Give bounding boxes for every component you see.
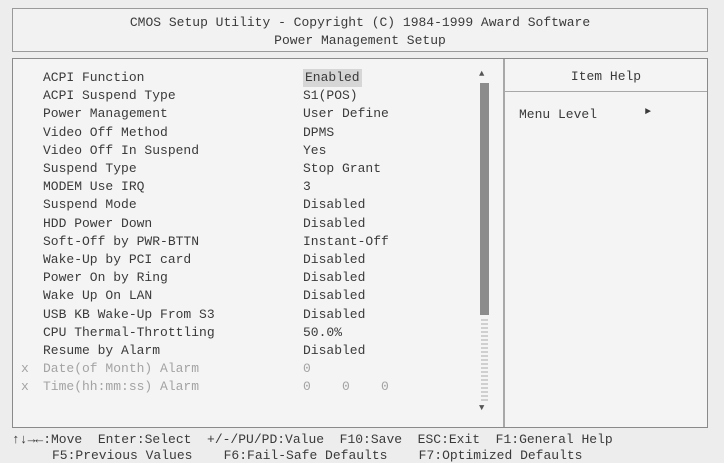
item-help-divider xyxy=(505,91,707,92)
unavailable-marker: x xyxy=(21,361,29,377)
scrollbar-track[interactable] xyxy=(481,317,488,401)
setting-value[interactable]: Disabled xyxy=(303,269,365,287)
setting-value[interactable]: DPMS xyxy=(303,124,334,142)
menu-level-arrow-icon: ► xyxy=(645,107,652,118)
setting-value[interactable]: Disabled xyxy=(303,196,365,214)
page-title: Power Management Setup xyxy=(274,33,446,48)
setting-label: Video Off Method xyxy=(43,124,168,140)
setting-value[interactable]: S1(POS) xyxy=(303,87,358,105)
setting-label: MODEM Use IRQ xyxy=(43,179,145,195)
scroll-up-arrow-icon[interactable]: ▲ xyxy=(479,69,484,79)
setting-label: Suspend Mode xyxy=(43,197,137,213)
setting-value[interactable]: Disabled xyxy=(303,251,365,269)
setting-label: Soft-Off by PWR-BTTN xyxy=(43,233,200,249)
utility-title: CMOS Setup Utility - Copyright (C) 1984-… xyxy=(129,15,591,30)
setting-value[interactable]: User Define xyxy=(303,105,389,123)
setting-value[interactable]: 3 xyxy=(303,178,311,196)
setting-label: CPU Thermal-Throttling xyxy=(43,324,215,340)
setting-label: Power Management xyxy=(43,106,168,122)
setting-value[interactable]: Instant-Off xyxy=(303,233,389,251)
key-help-line-1: ↑↓→←:Move Enter:Select +/-/PU/PD:Value F… xyxy=(12,432,613,447)
setting-value[interactable]: Disabled xyxy=(303,342,365,360)
setting-label: HDD Power Down xyxy=(43,215,153,231)
setting-label: ACPI Suspend Type xyxy=(43,88,176,104)
setting-value[interactable]: Stop Grant xyxy=(303,160,381,178)
setup-panel: ACPI Function Enabled ACPI Suspend Type S1(… xyxy=(12,58,708,428)
scrollbar-thumb[interactable] xyxy=(480,83,489,315)
setting-value: 0 xyxy=(303,361,311,377)
setting-label: Date(of Month) Alarm xyxy=(43,361,200,377)
title-bar: CMOS Setup Utility - Copyright (C) 1984-… xyxy=(12,8,708,52)
item-help-panel: Item Help Menu Level ► xyxy=(505,59,707,427)
setting-value[interactable]: Disabled xyxy=(303,287,365,305)
setting-label: Wake-Up by PCI card xyxy=(43,252,192,267)
menu-level-label: Menu Level xyxy=(519,107,598,122)
setting-value[interactable]: Disabled xyxy=(303,215,365,233)
setting-label: USB KB Wake-Up From S3 xyxy=(43,306,215,322)
key-help-line-2: F5:Previous Values F6:Fail-Safe Defaults… xyxy=(52,448,583,463)
setting-value[interactable]: Disabled xyxy=(303,306,365,324)
item-help-title: Item Help xyxy=(570,69,642,84)
setting-value[interactable]: Enabled xyxy=(303,69,362,87)
settings-list: ACPI Function Enabled ACPI Suspend Type S1(… xyxy=(13,59,501,427)
setting-label: Power On by Ring xyxy=(43,270,168,286)
unavailable-marker: x xyxy=(21,379,29,395)
setting-label: ACPI Function xyxy=(43,70,145,85)
scroll-down-arrow-icon[interactable]: ▼ xyxy=(479,403,484,413)
setting-value[interactable]: 50.0% xyxy=(303,324,342,342)
setting-label: Time(hh:mm:ss) Alarm xyxy=(43,379,200,395)
setting-label: Video Off In Suspend xyxy=(43,142,200,158)
setting-value[interactable]: Yes xyxy=(303,142,326,160)
setting-value: 0 0 0 xyxy=(303,379,389,395)
setting-label: Wake Up On LAN xyxy=(43,288,153,304)
setting-label: Resume by Alarm xyxy=(43,343,161,358)
setting-label: Suspend Type xyxy=(43,161,137,176)
